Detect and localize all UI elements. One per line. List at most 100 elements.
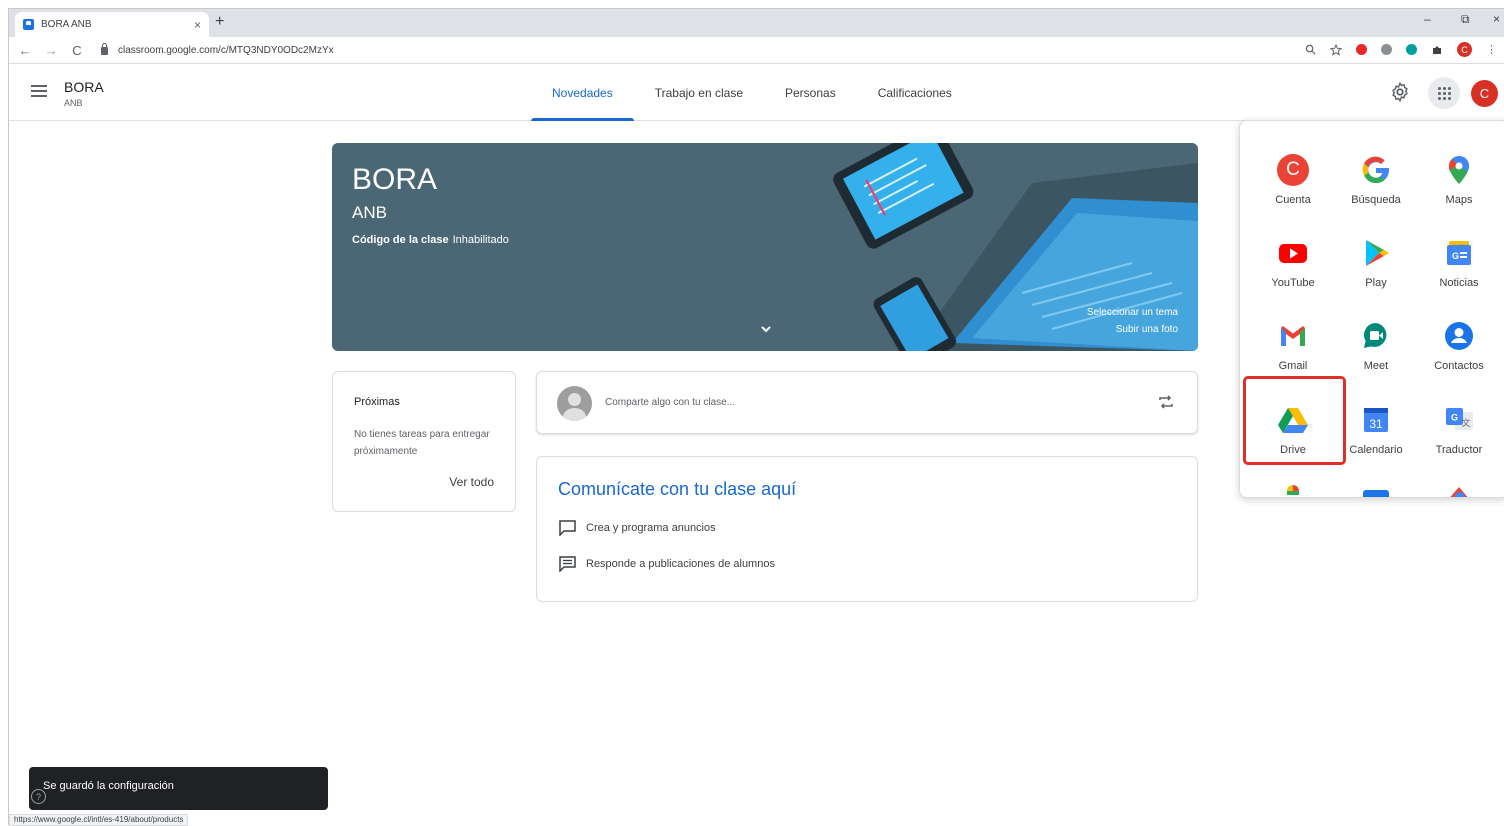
share-placeholder[interactable]: Comparte algo con tu clase... — [605, 397, 735, 408]
classroom-favicon-icon — [23, 19, 34, 30]
app-calendario[interactable]: 31 Calendario — [1335, 389, 1417, 469]
user-avatar — [557, 386, 592, 421]
extension-icon[interactable] — [1406, 44, 1417, 55]
tab-personas[interactable]: Personas — [764, 65, 857, 121]
svg-text:31: 31 — [1369, 417, 1383, 431]
snackbar-message: Se guardó la configuración — [43, 780, 174, 792]
class-code: Código de la clase Inhabilitado — [352, 234, 509, 246]
communicate-card: Comunícate con tu clase aquí Crea y prog… — [536, 456, 1198, 602]
help-icon[interactable]: ? — [31, 789, 46, 804]
profile-avatar[interactable]: C — [1457, 42, 1472, 57]
link-status-bar: https://www.google.cl/intl/es-419/about/… — [9, 814, 189, 826]
class-banner: BORA ANB Código de la clase Inhabilitado … — [332, 143, 1198, 351]
window-close-button[interactable]: × — [1493, 12, 1500, 26]
chevron-down-icon[interactable] — [760, 323, 772, 335]
snackbar: Se guardó la configuración — [29, 767, 328, 810]
forward-button[interactable]: → — [41, 43, 61, 58]
communicate-item-text: Crea y programa anuncios — [586, 521, 716, 534]
svg-text:G: G — [1451, 413, 1458, 423]
gear-icon[interactable] — [1389, 81, 1411, 103]
communicate-heading: Comunícate con tu clase aquí — [558, 479, 797, 499]
reload-button[interactable]: C — [67, 43, 87, 58]
app-cuenta[interactable]: C Cuenta — [1252, 139, 1334, 219]
browser-menu-icon[interactable]: ⋮ — [1486, 43, 1497, 56]
app-label: Gmail — [1278, 360, 1308, 372]
app-maps[interactable]: Maps — [1418, 139, 1500, 219]
google-apps-button[interactable] — [1428, 77, 1460, 109]
calendar-icon: 31 — [1364, 408, 1388, 432]
address-bar[interactable]: classroom.google.com/c/MTQ3NDY0ODc2MzYx — [101, 41, 334, 60]
browser-tab[interactable]: BORA ANB × — [15, 12, 209, 37]
tab-close-icon[interactable]: × — [194, 18, 201, 32]
browser-toolbar: ← → C classroom.google.com/c/MTQ3NDY0ODc… — [9, 37, 1504, 64]
class-code-label: Código de la clase — [352, 234, 449, 246]
chrome-web-store-icon[interactable] — [1443, 483, 1475, 498]
app-label: Maps — [1445, 194, 1473, 206]
class-tabs: Novedades Trabajo en clase Personas Cali… — [531, 65, 973, 121]
drive-highlight-box — [1243, 376, 1346, 465]
app-play[interactable]: Play — [1335, 222, 1417, 302]
tab-title: BORA ANB — [41, 19, 92, 30]
news-icon: G — [1447, 241, 1471, 265]
classroom-header: BORA ANB Novedades Trabajo en clase Pers… — [9, 65, 1504, 121]
back-button[interactable]: ← — [15, 43, 35, 58]
extension-icon[interactable] — [1381, 44, 1392, 55]
account-avatar[interactable]: C — [1471, 80, 1498, 107]
play-store-icon — [1366, 240, 1389, 266]
tab-trabajo-en-clase[interactable]: Trabajo en clase — [634, 65, 764, 121]
announcement-icon — [559, 520, 576, 536]
upcoming-heading: Próximas — [354, 396, 400, 408]
app-busqueda[interactable]: Búsqueda — [1335, 139, 1417, 219]
tab-strip: BORA ANB × + – ⧉ × — [9, 9, 1504, 37]
opera-extension-icon[interactable] — [1356, 44, 1367, 55]
comment-icon — [559, 556, 576, 572]
gmail-icon — [1281, 326, 1305, 346]
banner-subtitle: ANB — [352, 203, 387, 222]
minimize-button[interactable]: – — [1424, 12, 1431, 26]
svg-text:G: G — [1452, 251, 1459, 261]
view-all-link[interactable]: Ver todo — [449, 475, 494, 489]
upcoming-card: Próximas No tienes tareas para entregar … — [332, 371, 516, 512]
app-label: Búsqueda — [1351, 194, 1401, 206]
class-title[interactable]: BORA — [64, 79, 104, 95]
repost-icon[interactable] — [1157, 393, 1175, 411]
app-label: Traductor — [1435, 444, 1483, 456]
upload-photo-link[interactable]: Subir una foto — [1087, 321, 1178, 338]
google-g-icon — [1362, 156, 1390, 184]
duo-icon[interactable] — [1360, 487, 1392, 498]
url-text: classroom.google.com/c/MTQ3NDY0ODc2MzYx — [118, 45, 334, 56]
app-gmail[interactable]: Gmail — [1252, 305, 1334, 385]
banner-title: BORA — [352, 163, 438, 196]
class-code-value: Inhabilitado — [452, 234, 509, 246]
tab-novedades[interactable]: Novedades — [531, 65, 634, 121]
communicate-item: Crea y programa anuncios — [558, 519, 716, 536]
share-card[interactable]: Comparte algo con tu clase... — [536, 371, 1198, 434]
banner-links: Seleccionar un tema Subir una foto — [1087, 304, 1178, 338]
app-meet[interactable]: Meet — [1335, 305, 1417, 385]
hamburger-menu-icon[interactable] — [31, 85, 47, 97]
new-tab-button[interactable]: + — [215, 13, 224, 31]
app-label: Calendario — [1349, 444, 1403, 456]
app-contactos[interactable]: Contactos — [1418, 305, 1500, 385]
app-label: Meet — [1363, 360, 1389, 372]
app-noticias[interactable]: G Noticias — [1418, 222, 1500, 302]
zoom-icon[interactable] — [1305, 44, 1316, 55]
app-traductor[interactable]: G 文 Traductor — [1418, 389, 1500, 469]
select-theme-link[interactable]: Seleccionar un tema — [1087, 304, 1178, 321]
app-label: Play — [1365, 277, 1387, 289]
bookmark-star-icon[interactable] — [1330, 43, 1342, 56]
account-icon: C — [1277, 154, 1309, 186]
contacts-icon — [1445, 322, 1473, 350]
extension-icons: C ⋮ — [1305, 42, 1497, 57]
lock-icon — [101, 42, 108, 55]
maps-pin-icon — [1449, 156, 1469, 184]
svg-text:文: 文 — [1461, 417, 1470, 429]
class-section: ANB — [64, 98, 83, 108]
tab-calificaciones[interactable]: Calificaciones — [857, 65, 973, 121]
app-youtube[interactable]: YouTube — [1252, 222, 1334, 302]
restore-button[interactable]: ⧉ — [1461, 12, 1470, 27]
communicate-item-text: Responde a publicaciones de alumnos — [586, 557, 775, 570]
upcoming-text: No tienes tareas para entregar próximame… — [354, 429, 490, 457]
photos-icon[interactable] — [1277, 481, 1309, 498]
puzzle-icon[interactable] — [1431, 44, 1443, 56]
